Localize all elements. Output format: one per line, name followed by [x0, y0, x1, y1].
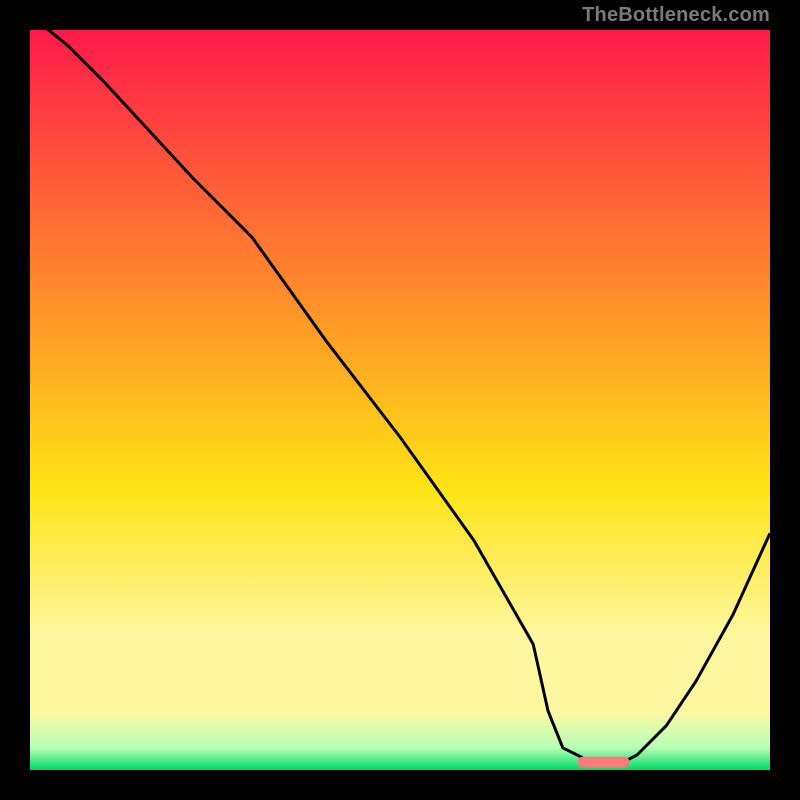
- chart-container: TheBottleneck.com: [0, 0, 800, 800]
- plot-background: [30, 30, 770, 770]
- bottleneck-chart: [30, 30, 770, 770]
- optimal-range-marker: [578, 757, 630, 768]
- watermark-text: TheBottleneck.com: [582, 4, 770, 27]
